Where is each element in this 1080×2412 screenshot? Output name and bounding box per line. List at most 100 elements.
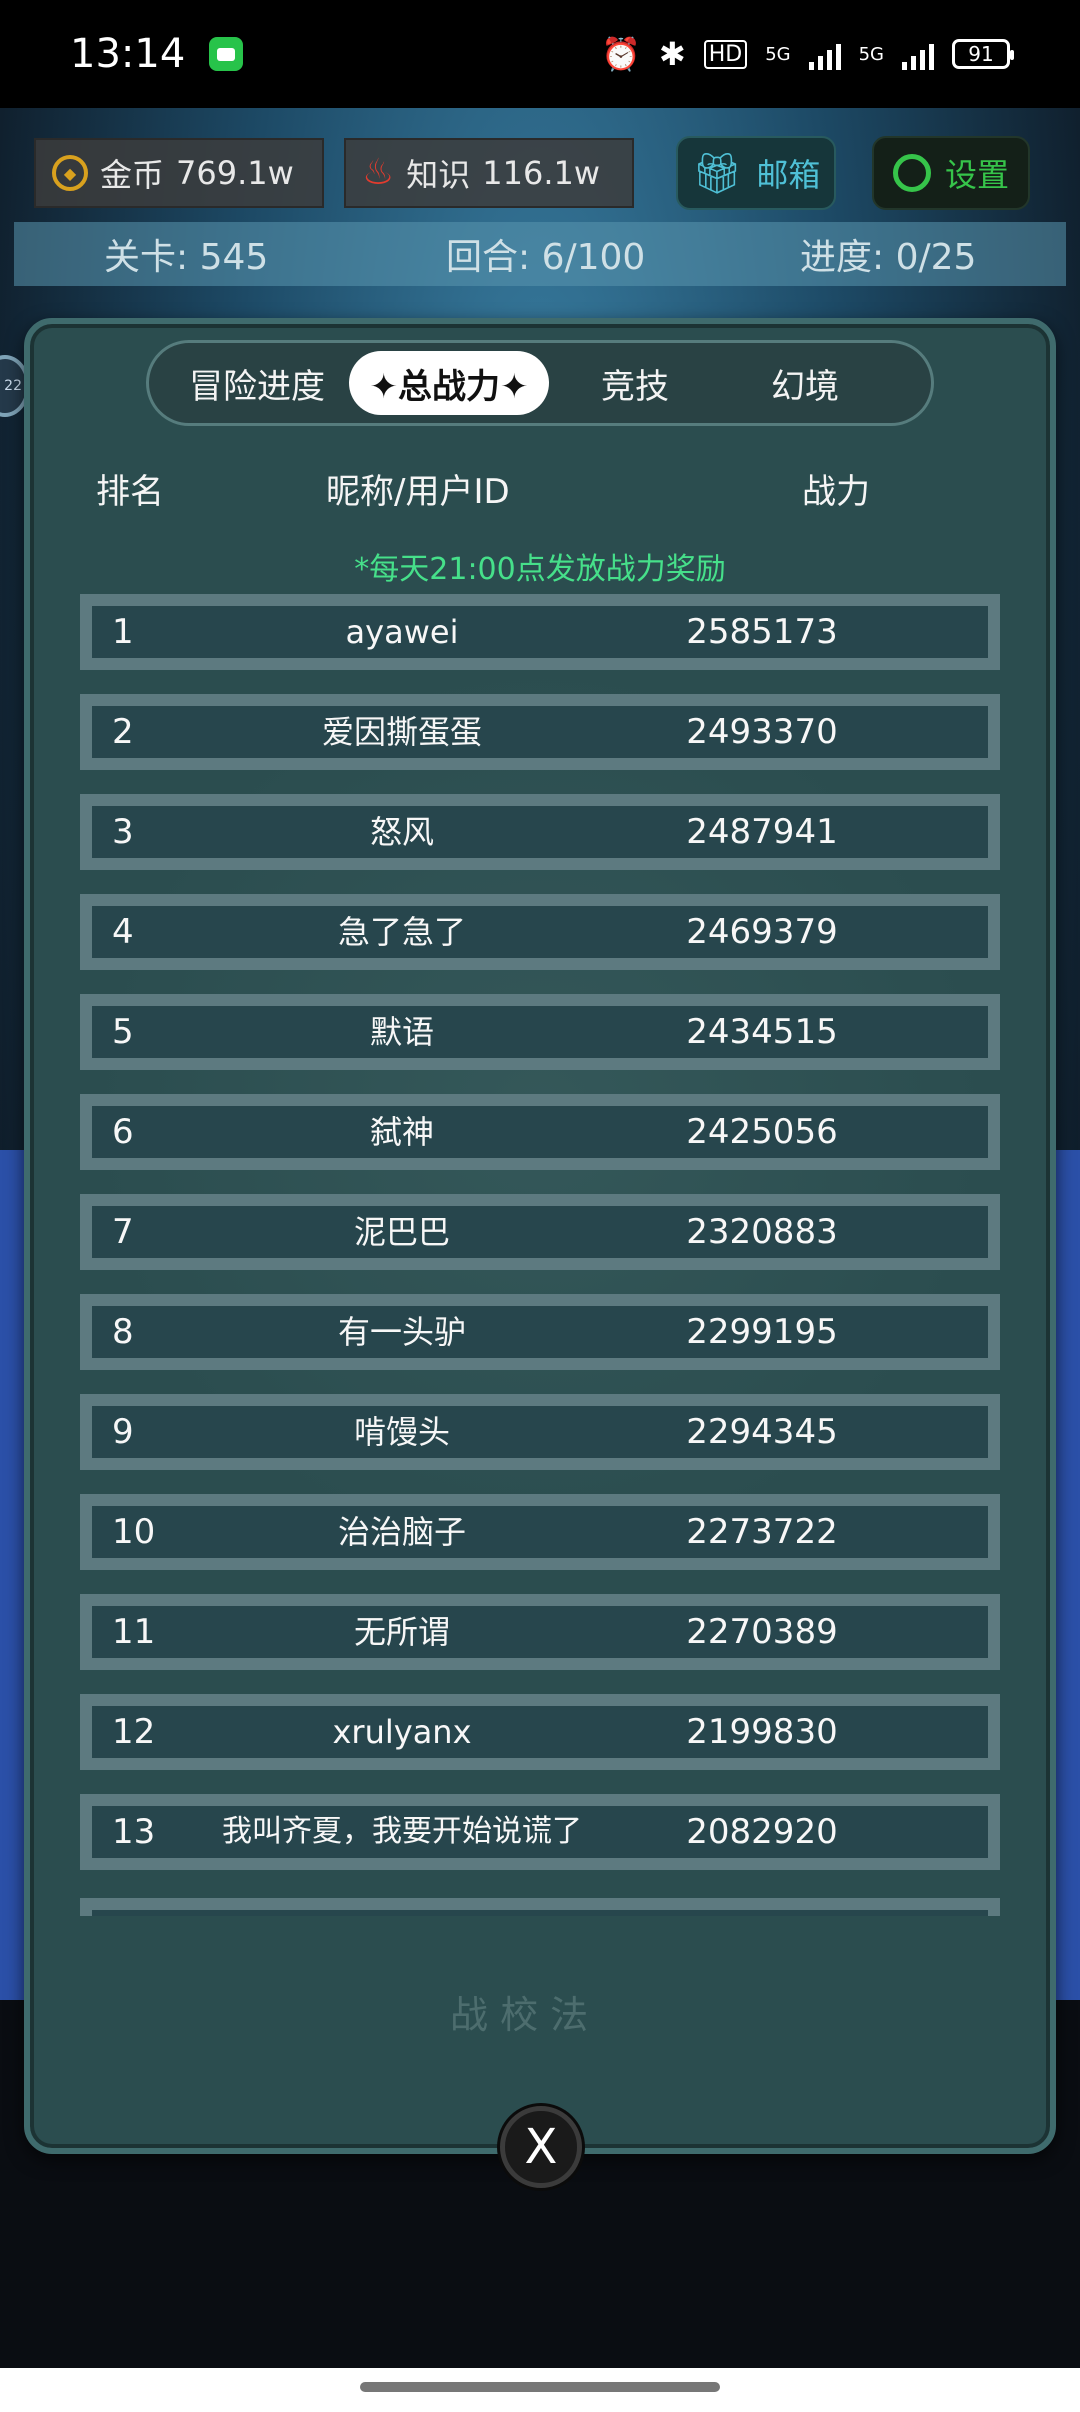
row-body: 1 ayawei 2585173 [92, 606, 988, 658]
power-value: 2493370 [686, 712, 838, 752]
player-name: 治治脑子 [337, 1513, 466, 1551]
power-value: 2273722 [686, 1512, 838, 1552]
rank-number: 10 [112, 1512, 156, 1552]
round-text: 回合: 6/100 [446, 237, 646, 278]
settings-icon [892, 154, 931, 192]
row-body: 8 有一头驴 2299195 [92, 1306, 988, 1358]
column-header-name: 昵称/用户ID [326, 472, 510, 512]
rank-number: 7 [112, 1212, 134, 1252]
row-body: 13 我叫齐夏，我要开始说谎了 2082920 [92, 1806, 988, 1858]
side-badge-label: 22 [4, 378, 22, 394]
rank-number: 4 [112, 912, 134, 952]
signal-icon [808, 38, 841, 70]
rank-number: 2 [112, 712, 134, 752]
rank-number: 11 [112, 1612, 156, 1652]
hd-voice-icon: HD [703, 39, 748, 69]
ranking-row[interactable]: 4 急了急了 2469379 [80, 894, 1000, 970]
flame-icon: ♨ [362, 152, 395, 193]
power-value: 2425056 [686, 1112, 838, 1152]
ranking-row[interactable]: 5 默语 2434515 [80, 994, 1000, 1070]
rank-number: 9 [112, 1412, 134, 1452]
knowledge-counter: ♨ 知识 116.1w [344, 138, 634, 208]
ranking-row[interactable]: 9 啃馒头 2294345 [80, 1394, 1000, 1470]
player-name: 爱因撕蛋蛋 [321, 713, 482, 751]
gift-icon: 🎁︎ [691, 150, 743, 197]
reward-notice: *每天21:00点发放战力奖励 [354, 552, 726, 587]
message-app-icon [209, 37, 244, 71]
row-body: 3 怒风 2487941 [92, 806, 988, 858]
battery-level: 91 [968, 42, 994, 66]
ranking-row[interactable]: 1 ayawei 2585173 [80, 594, 1000, 670]
power-value: 2082920 [686, 1812, 838, 1852]
power-value: 2320883 [686, 1212, 838, 1252]
close-button[interactable]: X [500, 2106, 582, 2188]
rank-number: 13 [112, 1812, 156, 1852]
row-body: 11 无所谓 2270389 [92, 1606, 988, 1658]
home-indicator[interactable] [360, 2382, 720, 2392]
ranking-row[interactable]: 12 xrulyanx 2199830 [80, 1694, 1000, 1770]
player-name: 怒风 [369, 813, 434, 851]
power-value: 2299195 [686, 1312, 838, 1352]
status-right: ⏰ ✱ HD 5G 5G 91 [601, 38, 1014, 70]
gold-counter: ◆ 金币 769.1w [34, 138, 324, 208]
player-name: 急了急了 [337, 913, 466, 951]
system-navigation-bar [0, 2368, 1080, 2412]
column-header-rank: 排名 [96, 472, 164, 512]
row-body: 2 爱因撕蛋蛋 2493370 [92, 706, 988, 758]
ranking-row[interactable]: 10 治治脑子 2273722 [80, 1494, 1000, 1570]
rank-number: 5 [112, 1012, 134, 1052]
settings-button[interactable]: 设置 [872, 136, 1030, 210]
progress-text: 进度: 0/25 [800, 237, 977, 278]
tab-illusion[interactable]: 幻境 [735, 351, 875, 415]
ranking-row[interactable]: 6 弑神 2425056 [80, 1094, 1000, 1170]
gold-label: 金币 [100, 156, 165, 194]
rank-number: 6 [112, 1112, 134, 1152]
rank-number: 12 [112, 1712, 156, 1752]
power-value: 2487941 [686, 812, 838, 852]
rank-number: 1 [112, 612, 134, 652]
knowledge-value: 116.1w [482, 154, 601, 192]
power-value: 2270389 [686, 1612, 838, 1652]
status-time: 13:14 [70, 31, 186, 77]
row-body: 7 泥巴巴 2320883 [92, 1206, 988, 1258]
mail-label: 邮箱 [756, 156, 821, 194]
tab-total-power[interactable]: ✦总战力✦ [349, 351, 549, 415]
player-name: 啃馒头 [353, 1413, 450, 1451]
row-body: 12 xrulyanx 2199830 [92, 1706, 988, 1758]
network-type-2: 5G [858, 43, 884, 65]
status-left: 13:14 [70, 31, 244, 77]
player-name: 无所谓 [353, 1613, 450, 1651]
signal-icon-2 [902, 38, 934, 70]
ranking-row[interactable]: 2 爱因撕蛋蛋 2493370 [80, 694, 1000, 770]
row-body: 10 治治脑子 2273722 [92, 1506, 988, 1558]
rank-number: 8 [112, 1312, 134, 1352]
power-value: 2294345 [686, 1412, 838, 1452]
ranking-row[interactable]: 8 有一头驴 2299195 [80, 1294, 1000, 1370]
ranking-row[interactable]: 13 我叫齐夏，我要开始说谎了 2082920 [80, 1794, 1000, 1870]
mail-button[interactable]: 🎁︎ 邮箱 [676, 136, 836, 210]
power-value: 2199830 [686, 1712, 838, 1752]
tab-arena[interactable]: 竞技 [565, 351, 705, 415]
row-body: 9 啃馒头 2294345 [92, 1406, 988, 1458]
tab-adventure[interactable]: 冒险进度 [169, 351, 345, 415]
row-body: 6 弑神 2425056 [92, 1106, 988, 1158]
settings-label: 设置 [944, 156, 1009, 194]
ranking-row[interactable]: 11 无所谓 2270389 [80, 1594, 1000, 1670]
ranking-tabs: 冒险进度 ✦总战力✦ 竞技 幻境 [146, 340, 934, 426]
player-name: 有一头驴 [337, 1313, 466, 1351]
power-value: 2585173 [686, 612, 838, 652]
stage-text: 关卡: 545 [104, 237, 269, 278]
network-type-1: 5G [765, 43, 791, 65]
row-body: 5 默语 2434515 [92, 1006, 988, 1058]
player-name: xrulyanx [332, 1713, 472, 1751]
player-name: 泥巴巴 [353, 1213, 450, 1251]
player-name: ayawei [345, 613, 459, 651]
player-name: 默语 [369, 1013, 434, 1051]
ranking-row[interactable]: 7 泥巴巴 2320883 [80, 1194, 1000, 1270]
panel-watermark: 战 校 法 [450, 1993, 589, 2037]
close-icon: X [524, 2119, 558, 2175]
power-value: 2469379 [686, 912, 838, 952]
ranking-row[interactable]: 3 怒风 2487941 [80, 794, 1000, 870]
column-header-power: 战力 [802, 472, 870, 512]
status-bar: 13:14 ⏰ ✱ HD 5G 5G 91 [0, 0, 1080, 108]
